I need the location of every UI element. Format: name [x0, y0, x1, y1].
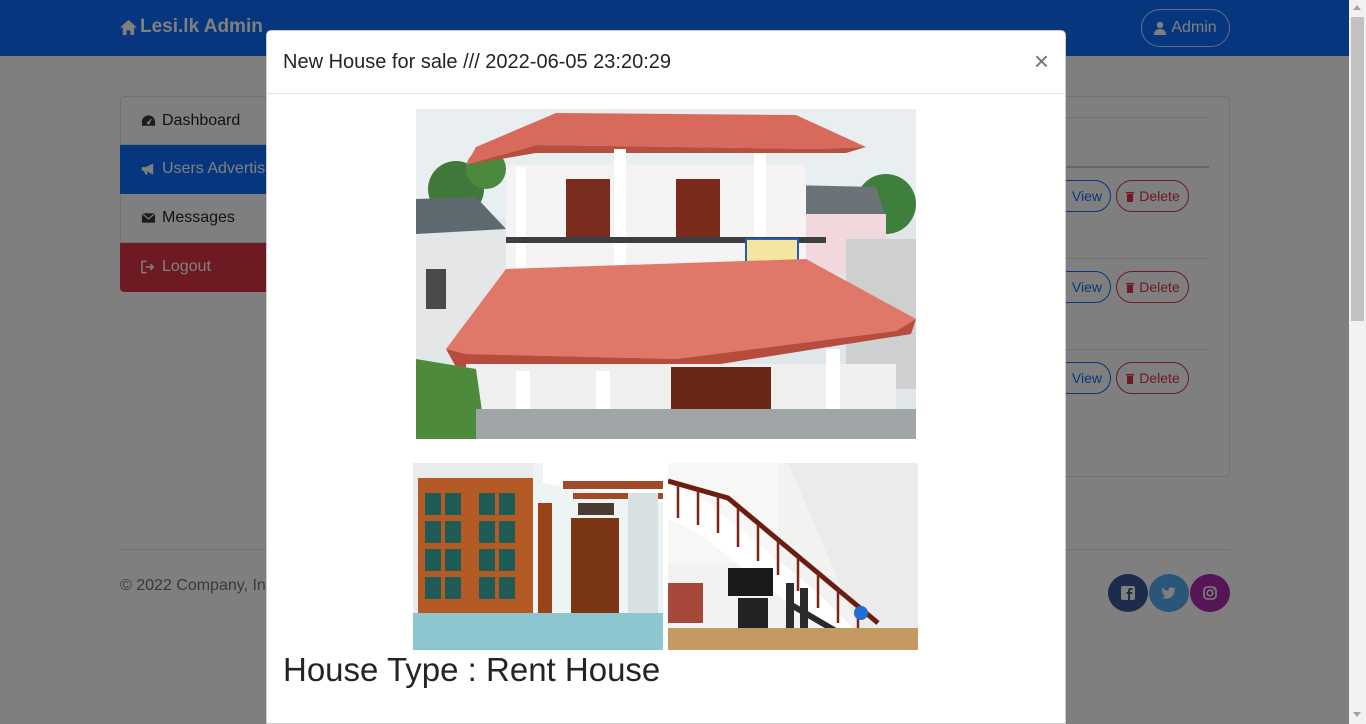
page-scrollbar[interactable]	[1349, 0, 1366, 724]
staircase-interior-photo	[668, 463, 918, 650]
close-button[interactable]: ×	[1034, 48, 1049, 74]
house-exterior-photo	[416, 109, 916, 439]
advertisement-modal: New House for sale /// 2022-06-05 23:20:…	[266, 30, 1066, 724]
modal-title: New House for sale /// 2022-06-05 23:20:…	[283, 51, 672, 73]
scroll-up-arrow-icon[interactable]	[1353, 5, 1361, 10]
doors-windows-photo	[413, 463, 663, 650]
house-type-heading: House Type : Rent House	[283, 651, 661, 688]
modal-header: New House for sale /// 2022-06-05 23:20:…	[267, 31, 1065, 94]
scroll-down-arrow-icon[interactable]	[1353, 712, 1361, 717]
scroll-thumb[interactable]	[1351, 17, 1364, 321]
